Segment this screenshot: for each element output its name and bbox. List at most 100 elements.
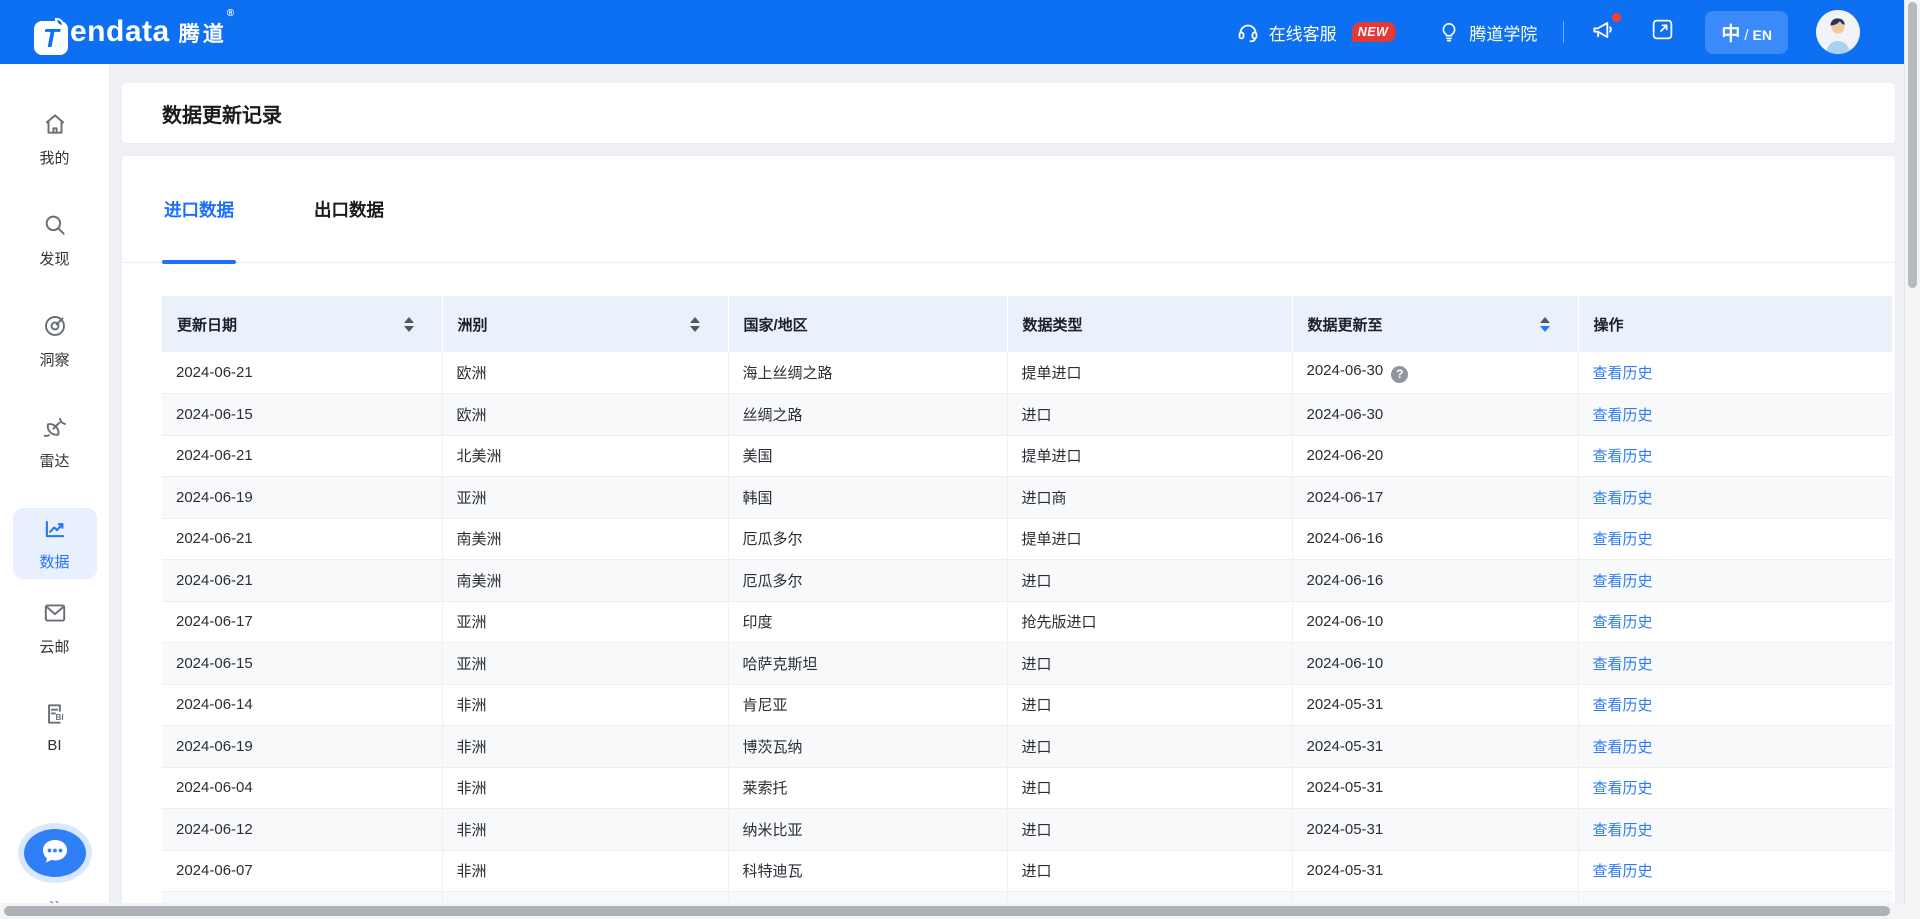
tendata-logo[interactable]: T endata 腾道®	[34, 15, 237, 50]
update-date-cell: 2024-06-17	[162, 601, 442, 643]
data-type-cell: 进口	[1007, 726, 1292, 768]
chat-fab-button[interactable]	[24, 829, 86, 877]
sort-control-update-date[interactable]	[404, 317, 414, 332]
horizontal-scrollbar-thumb[interactable]	[4, 906, 1890, 916]
sidebar-item-insight[interactable]: 洞察	[13, 306, 97, 377]
view-history-link[interactable]: 查看历史	[1593, 780, 1653, 797]
data-type-cell: 进口	[1007, 809, 1292, 851]
updated-to-cell: 2024-05-31	[1292, 809, 1578, 851]
sidebar-item-mine[interactable]: 我的	[13, 104, 97, 175]
data-type-cell: 抢先版进口	[1007, 601, 1292, 643]
sort-control-updated-to[interactable]	[1540, 317, 1550, 332]
region-cell: 印度	[728, 601, 1007, 643]
update-date-cell: 2024-06-04	[162, 767, 442, 809]
action-cell: 查看历史	[1578, 767, 1892, 809]
megaphone-icon	[1590, 17, 1616, 48]
academy-button[interactable]: 腾道学院	[1438, 20, 1537, 45]
notification-dot	[1612, 13, 1621, 22]
announcement-button[interactable]	[1590, 17, 1616, 48]
language-toggle[interactable]: 中 / EN	[1705, 11, 1788, 54]
records-table-wrap: 更新日期 洲别 国家/地区 数据类型 数据更新至 操	[162, 296, 1853, 919]
data-type-cell: 进口	[1007, 394, 1292, 436]
continent-cell: 非洲	[442, 850, 728, 892]
tab-import-data[interactable]: 进口数据	[162, 156, 236, 263]
view-history-link[interactable]: 查看历史	[1593, 656, 1653, 673]
action-cell: 查看历史	[1578, 850, 1892, 892]
col-region: 国家/地区	[728, 296, 1007, 352]
sidebar-item-discover[interactable]: 发现	[13, 205, 97, 276]
region-cell: 博茨瓦纳	[728, 726, 1007, 768]
view-history-link[interactable]: 查看历史	[1593, 448, 1653, 465]
view-history-link[interactable]: 查看历史	[1593, 490, 1653, 507]
user-avatar[interactable]	[1816, 10, 1860, 54]
sort-control-continent[interactable]	[690, 317, 700, 332]
update-date-cell: 2024-06-21	[162, 352, 442, 394]
action-cell: 查看历史	[1578, 726, 1892, 768]
continent-cell: 南美洲	[442, 560, 728, 602]
data-type-cell: 进口	[1007, 684, 1292, 726]
online-service-button[interactable]: 在线客服 NEW	[1236, 20, 1397, 45]
view-history-link[interactable]: 查看历史	[1593, 697, 1653, 714]
update-date-cell: 2024-06-12	[162, 809, 442, 851]
sidebar-item-cloudmail[interactable]: 云邮	[13, 593, 97, 664]
new-badge: NEW	[1352, 22, 1397, 42]
top-nav: 在线客服 NEW 腾道学院	[1236, 10, 1860, 54]
horizontal-scrollbar[interactable]	[0, 903, 1904, 919]
academy-label: 腾道学院	[1469, 20, 1537, 45]
updated-to-cell: 2024-06-20	[1292, 435, 1578, 477]
mail-icon	[42, 600, 68, 630]
fullscreen-button[interactable]	[1650, 17, 1675, 47]
chat-bubble-icon	[37, 833, 73, 874]
updated-to-cell: 2024-05-31	[1292, 850, 1578, 892]
updated-to-cell: 2024-05-31	[1292, 726, 1578, 768]
continent-cell: 北美洲	[442, 435, 728, 477]
update-date-cell: 2024-06-07	[162, 850, 442, 892]
logo-text-cn: 腾道®	[179, 18, 237, 48]
logo-text-en: endata	[70, 15, 170, 49]
table-row: 2024-06-19亚洲韩国进口商2024-06-17查看历史	[162, 477, 1892, 519]
update-date-cell: 2024-06-14	[162, 684, 442, 726]
sidebar-item-data[interactable]: 数据	[13, 508, 97, 579]
view-history-link[interactable]: 查看历史	[1593, 739, 1653, 756]
region-cell: 厄瓜多尔	[728, 560, 1007, 602]
updated-to-cell: 2024-05-31	[1292, 684, 1578, 726]
view-history-link[interactable]: 查看历史	[1593, 407, 1653, 424]
vertical-scrollbar[interactable]	[1904, 0, 1920, 903]
sidebar-item-radar[interactable]: 雷达	[13, 407, 97, 478]
action-cell: 查看历史	[1578, 684, 1892, 726]
region-cell: 丝绸之路	[728, 394, 1007, 436]
view-history-link[interactable]: 查看历史	[1593, 822, 1653, 839]
logo-t-icon: T	[34, 21, 68, 55]
data-chart-icon	[42, 515, 68, 545]
data-records-card: 进口数据 出口数据 更新日期 洲别 国家/地区	[122, 156, 1895, 919]
table-row: 2024-06-21欧洲海上丝绸之路提单进口2024-06-30?查看历史	[162, 352, 1892, 394]
view-history-link[interactable]: 查看历史	[1593, 573, 1653, 590]
sidebar-item-bi[interactable]: BI BI	[13, 694, 97, 761]
bi-icon: BI	[42, 701, 68, 731]
lightbulb-icon	[1438, 20, 1460, 44]
col-continent[interactable]: 洲别	[442, 296, 728, 352]
tab-export-data[interactable]: 出口数据	[312, 156, 386, 263]
updated-to-cell: 2024-06-10	[1292, 601, 1578, 643]
table-row: 2024-06-12非洲纳米比亚进口2024-05-31查看历史	[162, 809, 1892, 851]
help-icon[interactable]: ?	[1391, 366, 1408, 383]
view-history-link[interactable]: 查看历史	[1593, 365, 1653, 382]
update-date-cell: 2024-06-15	[162, 394, 442, 436]
action-cell: 查看历史	[1578, 435, 1892, 477]
col-update-date[interactable]: 更新日期	[162, 296, 442, 352]
view-history-link[interactable]: 查看历史	[1593, 531, 1653, 548]
table-row: 2024-06-04非洲莱索托进口2024-05-31查看历史	[162, 767, 1892, 809]
view-history-link[interactable]: 查看历史	[1593, 863, 1653, 880]
action-cell: 查看历史	[1578, 809, 1892, 851]
region-cell: 纳米比亚	[728, 809, 1007, 851]
table-row: 2024-06-21北美洲美国提单进口2024-06-20查看历史	[162, 435, 1892, 477]
vertical-scrollbar-thumb[interactable]	[1908, 2, 1917, 288]
page-title: 数据更新记录	[162, 99, 282, 128]
continent-cell: 非洲	[442, 767, 728, 809]
region-cell: 韩国	[728, 477, 1007, 519]
continent-cell: 亚洲	[442, 477, 728, 519]
insight-icon	[42, 313, 68, 343]
view-history-link[interactable]: 查看历史	[1593, 614, 1653, 631]
update-date-cell: 2024-06-19	[162, 726, 442, 768]
col-updated-to[interactable]: 数据更新至	[1292, 296, 1578, 352]
